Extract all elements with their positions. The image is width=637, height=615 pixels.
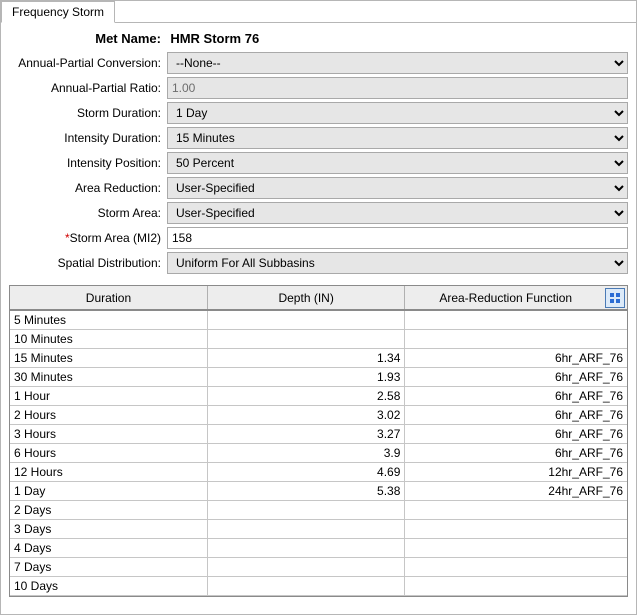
depth-table-wrap: Duration Depth (IN) Area-Reduction Funct… — [9, 285, 628, 597]
cell-arf[interactable]: 6hr_ARF_76 — [405, 386, 627, 405]
table-row[interactable]: 2 Days — [10, 500, 627, 519]
annual-partial-ratio-label: Annual-Partial Ratio: — [9, 81, 167, 95]
cell-depth[interactable]: 3.9 — [207, 443, 404, 462]
cell-depth[interactable]: 1.34 — [207, 348, 404, 367]
cell-duration[interactable]: 6 Hours — [10, 443, 207, 462]
tab-frequency-storm[interactable]: Frequency Storm — [1, 1, 115, 23]
table-row[interactable]: 6 Hours3.96hr_ARF_76 — [10, 443, 627, 462]
cell-depth[interactable] — [207, 557, 404, 576]
table-header-row: Duration Depth (IN) Area-Reduction Funct… — [10, 286, 627, 310]
table-row[interactable]: 2 Hours3.026hr_ARF_76 — [10, 405, 627, 424]
intensity-position-label: Intensity Position: — [9, 156, 167, 170]
cell-arf[interactable]: 6hr_ARF_76 — [405, 348, 627, 367]
cell-depth[interactable]: 1.93 — [207, 367, 404, 386]
cell-arf[interactable]: 6hr_ARF_76 — [405, 424, 627, 443]
intensity-duration-label: Intensity Duration: — [9, 131, 167, 145]
cell-depth[interactable]: 3.27 — [207, 424, 404, 443]
cell-depth[interactable] — [207, 538, 404, 557]
cell-duration[interactable]: 7 Days — [10, 557, 207, 576]
cell-arf[interactable] — [405, 557, 627, 576]
col-header-depth[interactable]: Depth (IN) — [207, 286, 404, 310]
cell-depth[interactable]: 5.38 — [207, 481, 404, 500]
storm-area-label: Storm Area: — [9, 206, 167, 220]
cell-duration[interactable]: 1 Day — [10, 481, 207, 500]
annual-partial-conversion-select[interactable]: --None-- — [167, 52, 628, 74]
cell-duration[interactable]: 30 Minutes — [10, 367, 207, 386]
cell-arf[interactable] — [405, 538, 627, 557]
cell-duration[interactable]: 12 Hours — [10, 462, 207, 481]
cell-depth[interactable]: 3.02 — [207, 405, 404, 424]
table-row[interactable]: 1 Hour2.586hr_ARF_76 — [10, 386, 627, 405]
area-reduction-select[interactable]: User-Specified — [167, 177, 628, 199]
cell-arf[interactable]: 24hr_ARF_76 — [405, 481, 627, 500]
cell-duration[interactable]: 4 Days — [10, 538, 207, 557]
grid-icon — [609, 292, 621, 304]
cell-arf[interactable] — [405, 576, 627, 595]
cell-duration[interactable]: 2 Days — [10, 500, 207, 519]
spatial-distribution-select[interactable]: Uniform For All Subbasins — [167, 252, 628, 274]
cell-duration[interactable]: 5 Minutes — [10, 310, 207, 329]
spatial-distribution-label: Spatial Distribution: — [9, 256, 167, 270]
intensity-position-select[interactable]: 50 Percent — [167, 152, 628, 174]
cell-depth[interactable] — [207, 329, 404, 348]
cell-duration[interactable]: 10 Minutes — [10, 329, 207, 348]
cell-duration[interactable]: 1 Hour — [10, 386, 207, 405]
cell-depth[interactable] — [207, 500, 404, 519]
cell-duration[interactable]: 15 Minutes — [10, 348, 207, 367]
table-row[interactable]: 5 Minutes — [10, 310, 627, 329]
table-options-button[interactable] — [605, 288, 625, 308]
depth-table[interactable]: Duration Depth (IN) Area-Reduction Funct… — [10, 286, 627, 596]
frequency-storm-panel: Frequency Storm Met Name: HMR Storm 76 A… — [0, 0, 637, 615]
cell-depth[interactable] — [207, 576, 404, 595]
cell-duration[interactable]: 10 Days — [10, 576, 207, 595]
cell-arf[interactable] — [405, 329, 627, 348]
storm-area-select[interactable]: User-Specified — [167, 202, 628, 224]
table-row[interactable]: 1 Day5.3824hr_ARF_76 — [10, 481, 627, 500]
cell-duration[interactable]: 3 Days — [10, 519, 207, 538]
table-row[interactable]: 12 Hours4.6912hr_ARF_76 — [10, 462, 627, 481]
table-row[interactable]: 3 Days — [10, 519, 627, 538]
met-name-value: HMR Storm 76 — [170, 31, 259, 46]
area-reduction-label: Area Reduction: — [9, 181, 167, 195]
cell-depth[interactable] — [207, 519, 404, 538]
tab-bar: Frequency Storm — [1, 1, 636, 23]
storm-area-mi2-label-text: Storm Area (MI2) — [70, 231, 161, 245]
storm-form: Annual-Partial Conversion: --None-- Annu… — [1, 52, 636, 281]
cell-arf[interactable]: 6hr_ARF_76 — [405, 443, 627, 462]
intensity-duration-select[interactable]: 15 Minutes — [167, 127, 628, 149]
annual-partial-ratio-input — [167, 77, 628, 99]
storm-duration-select[interactable]: 1 Day — [167, 102, 628, 124]
storm-duration-label: Storm Duration: — [9, 106, 167, 120]
annual-partial-conversion-label: Annual-Partial Conversion: — [9, 56, 167, 70]
col-header-duration[interactable]: Duration — [10, 286, 207, 310]
storm-area-mi2-label: *Storm Area (MI2) — [9, 231, 167, 245]
cell-duration[interactable]: 2 Hours — [10, 405, 207, 424]
cell-arf[interactable] — [405, 500, 627, 519]
cell-depth[interactable]: 4.69 — [207, 462, 404, 481]
table-row[interactable]: 4 Days — [10, 538, 627, 557]
table-row[interactable]: 7 Days — [10, 557, 627, 576]
cell-arf[interactable]: 6hr_ARF_76 — [405, 405, 627, 424]
table-row[interactable]: 30 Minutes1.936hr_ARF_76 — [10, 367, 627, 386]
col-header-arf[interactable]: Area-Reduction Function — [405, 286, 627, 310]
met-name-row: Met Name: HMR Storm 76 — [1, 23, 636, 52]
table-row[interactable]: 3 Hours3.276hr_ARF_76 — [10, 424, 627, 443]
table-row[interactable]: 15 Minutes1.346hr_ARF_76 — [10, 348, 627, 367]
cell-duration[interactable]: 3 Hours — [10, 424, 207, 443]
cell-arf[interactable]: 12hr_ARF_76 — [405, 462, 627, 481]
cell-arf[interactable] — [405, 519, 627, 538]
cell-depth[interactable] — [207, 310, 404, 329]
storm-area-mi2-input[interactable] — [167, 227, 628, 249]
cell-arf[interactable] — [405, 310, 627, 329]
table-row[interactable]: 10 Minutes — [10, 329, 627, 348]
cell-depth[interactable]: 2.58 — [207, 386, 404, 405]
met-name-label: Met Name: — [9, 31, 167, 46]
cell-arf[interactable]: 6hr_ARF_76 — [405, 367, 627, 386]
table-row[interactable]: 10 Days — [10, 576, 627, 595]
